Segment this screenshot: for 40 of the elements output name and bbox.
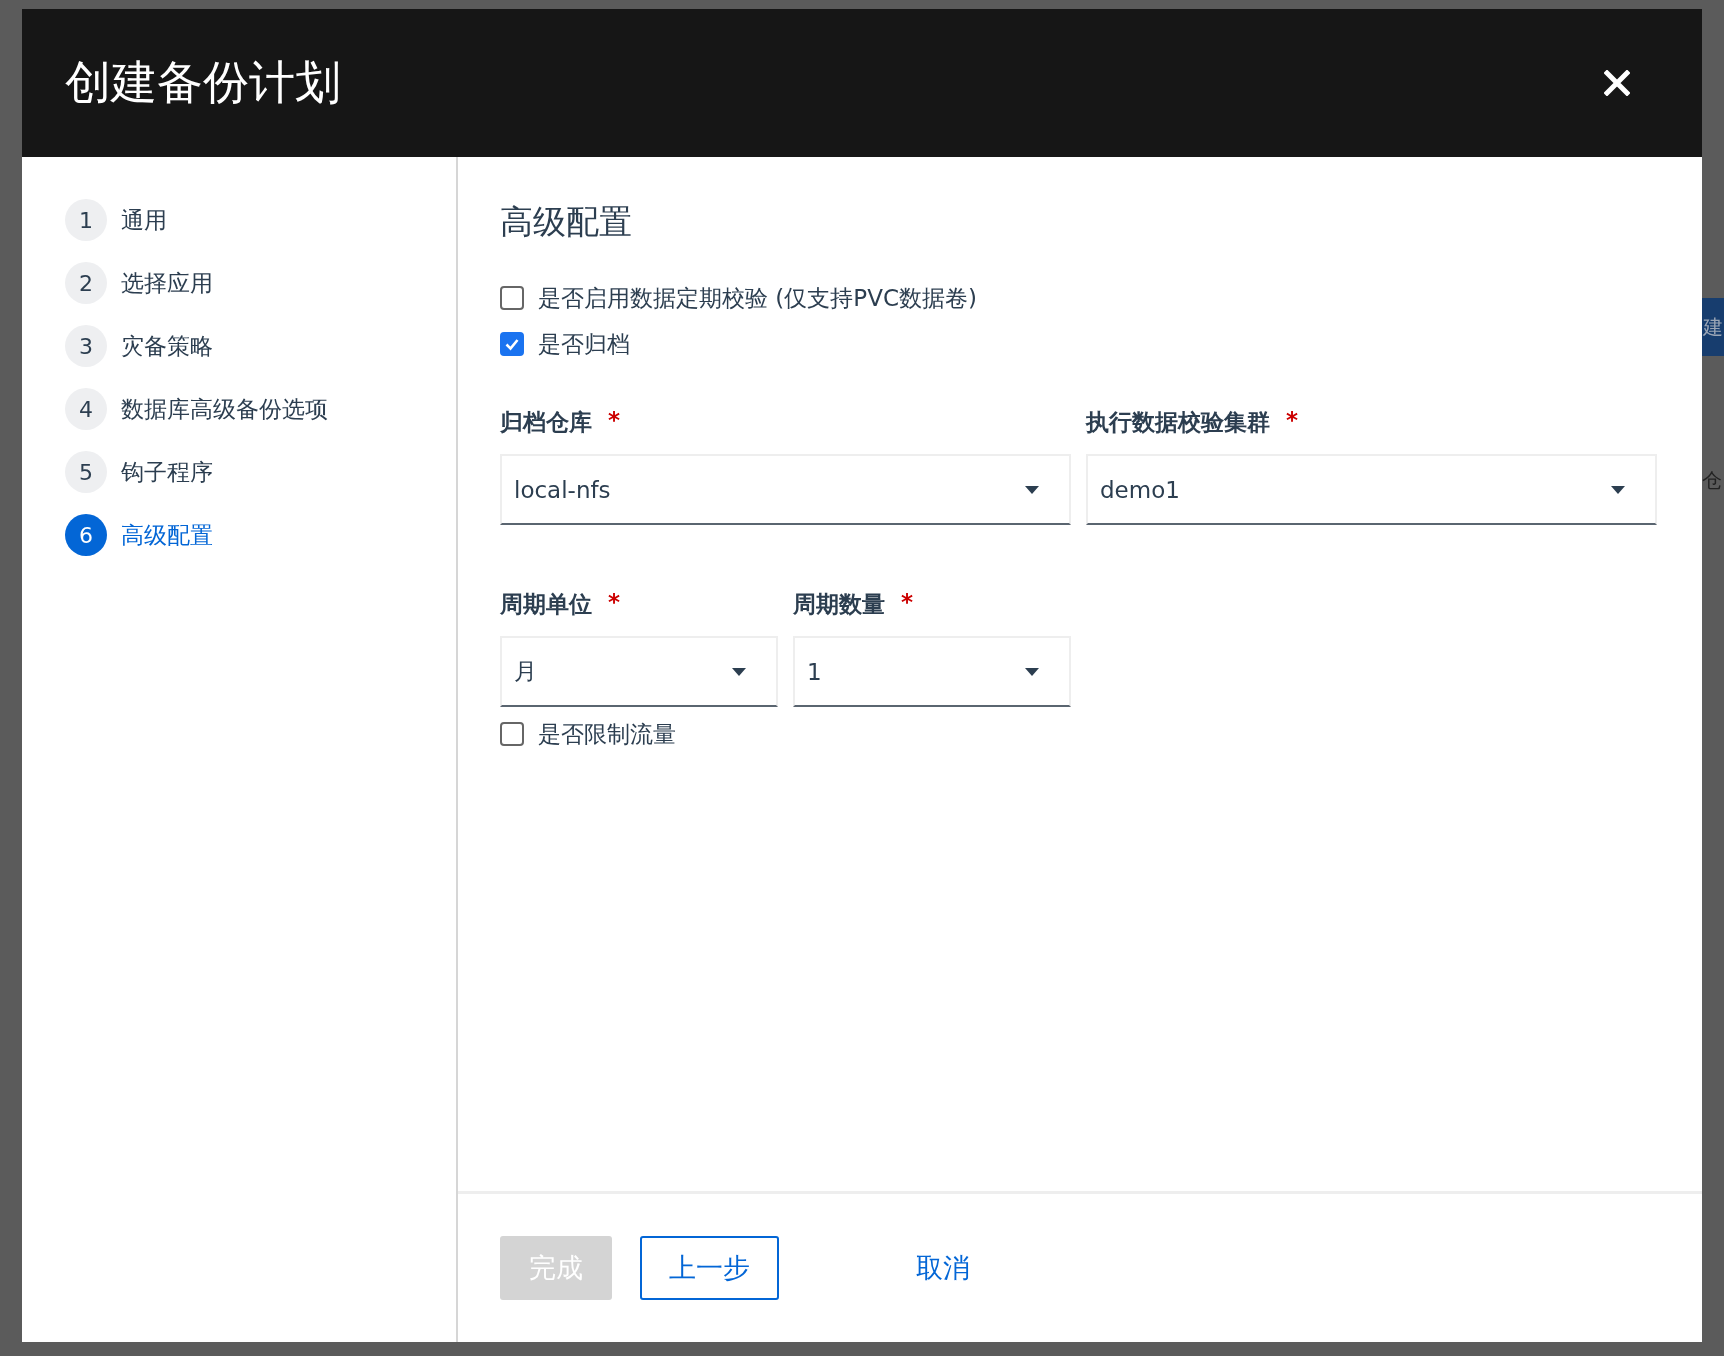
field-label: 归档仓库: [500, 408, 592, 437]
checkbox[interactable]: [500, 286, 524, 310]
checkbox-label: 是否启用数据定期校验 (仅支持PVC数据卷): [538, 283, 977, 313]
required-mark: *: [608, 407, 621, 435]
caret-icon: [1611, 485, 1625, 494]
step-number: 6: [65, 514, 107, 556]
dropdown-field[interactable]: 1: [793, 636, 1071, 707]
step-number: 3: [65, 325, 107, 367]
dialog-title: 创建备份计划: [65, 54, 341, 111]
checkbox-label: 是否归档: [538, 329, 630, 359]
caret-icon: [732, 667, 746, 676]
back-button[interactable]: 上一步: [640, 1236, 779, 1300]
step-label[interactable]: 钩子程序: [121, 456, 213, 488]
required-mark: *: [901, 589, 914, 617]
field-label: 周期数量: [793, 590, 885, 619]
cancel-link[interactable]: 取消: [887, 1236, 999, 1300]
step-number: 1: [65, 199, 107, 241]
step-number: 2: [65, 262, 107, 304]
step-number: 4: [65, 388, 107, 430]
step-label[interactable]: 高级配置: [121, 519, 213, 551]
caret-icon: [1025, 667, 1039, 676]
dropdown-field[interactable]: local-nfs: [500, 454, 1071, 525]
checkbox-label: 是否限制流量: [538, 719, 676, 749]
section-heading: 高级配置: [500, 201, 633, 243]
caret-icon: [1025, 485, 1039, 494]
close-icon[interactable]: [1604, 70, 1630, 96]
field-label: 执行数据校验集群: [1086, 408, 1270, 437]
step-label[interactable]: 通用: [121, 204, 167, 236]
required-mark: *: [608, 589, 621, 617]
field-label: 周期单位: [500, 590, 592, 619]
step-label[interactable]: 选择应用: [121, 267, 213, 299]
required-mark: *: [1286, 407, 1299, 435]
checkbox[interactable]: [500, 722, 524, 746]
step-label[interactable]: 灾备策略: [121, 330, 213, 362]
step-label[interactable]: 数据库高级备份选项: [121, 393, 328, 425]
dropdown-field[interactable]: 月: [500, 636, 778, 707]
dropdown-field[interactable]: demo1: [1086, 454, 1657, 525]
step-number: 5: [65, 451, 107, 493]
background-text: 仓: [1702, 467, 1722, 494]
checkbox[interactable]: [500, 332, 524, 356]
